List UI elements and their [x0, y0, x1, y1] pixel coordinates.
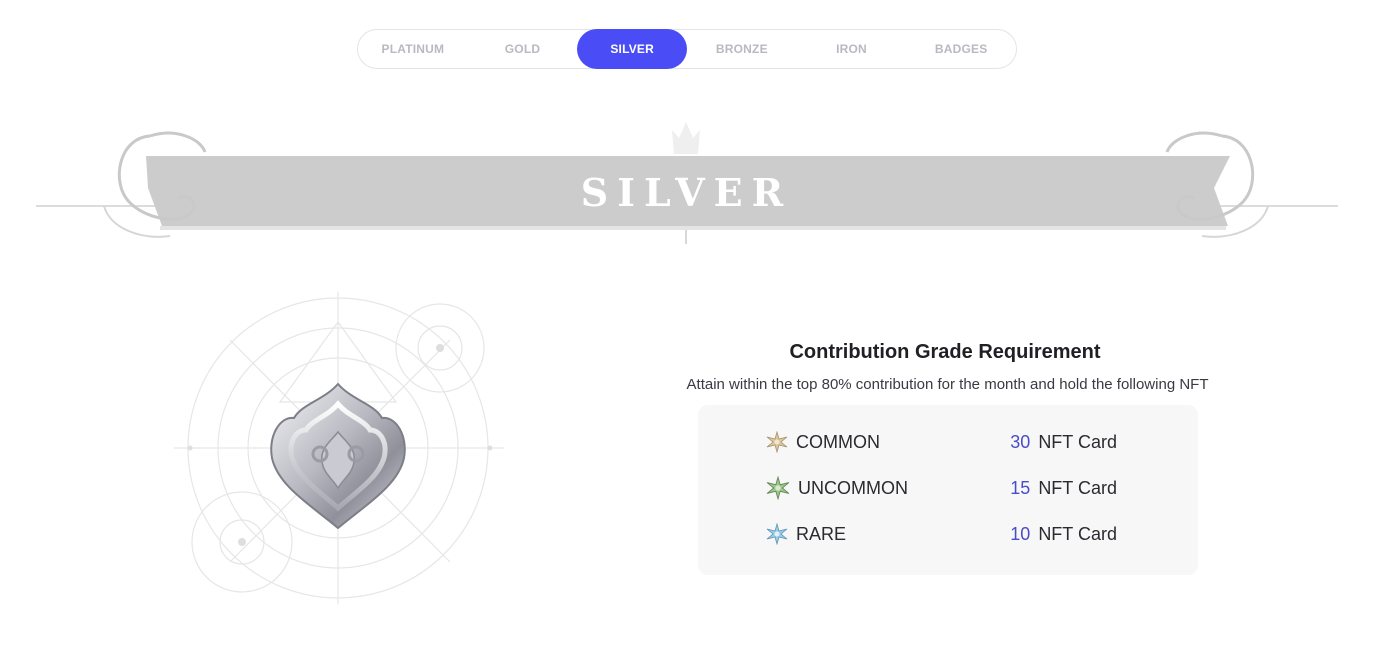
tier-banner: SILVER: [0, 118, 1373, 258]
page: PLATINUM GOLD SILVER BRONZE IRON BADGES: [0, 0, 1373, 654]
requirement-row-uncommon: UNCOMMON 15 NFT Card: [698, 473, 1198, 503]
rarity-name: RARE: [796, 523, 847, 544]
count-unit: NFT Card: [1038, 431, 1117, 452]
requirement-row-common: COMMON 30 NFT Card: [698, 427, 1198, 457]
tab-bronze[interactable]: BRONZE: [687, 29, 797, 69]
rarity-label-group: RARE: [766, 523, 846, 545]
tab-platinum[interactable]: PLATINUM: [358, 29, 468, 69]
required-count: 15 NFT Card: [1010, 478, 1117, 499]
tab-badges[interactable]: BADGES: [906, 29, 1016, 69]
uncommon-star-icon: [766, 476, 790, 500]
count-unit: NFT Card: [1038, 477, 1117, 498]
count-number: 30: [1010, 431, 1031, 452]
silver-tier-emblem-icon: [160, 292, 510, 604]
tab-silver[interactable]: SILVER: [577, 29, 688, 69]
count-unit: NFT Card: [1038, 523, 1117, 544]
required-count: 10 NFT Card: [1010, 524, 1117, 545]
rare-star-icon: [766, 523, 788, 545]
tier-tabs: PLATINUM GOLD SILVER BRONZE IRON BADGES: [357, 29, 1017, 69]
banner-title: SILVER: [580, 170, 793, 215]
tab-iron[interactable]: IRON: [797, 29, 907, 69]
rarity-label-group: UNCOMMON: [766, 476, 908, 500]
tab-gold[interactable]: GOLD: [468, 29, 578, 69]
count-number: 10: [1010, 523, 1031, 544]
rarity-name: UNCOMMON: [798, 477, 908, 498]
requirement-title: Contribution Grade Requirement: [789, 341, 1101, 363]
count-number: 15: [1010, 477, 1031, 498]
common-star-icon: [766, 431, 788, 453]
requirement-subtitle: Attain within the top 80% contribution f…: [686, 376, 1209, 393]
requirement-row-rare: RARE 10 NFT Card: [698, 519, 1198, 549]
required-count: 30 NFT Card: [1010, 432, 1117, 453]
rarity-label-group: COMMON: [766, 431, 880, 453]
requirement-card: COMMON 30 NFT Card UNCOMMON 15 NFT Card: [698, 405, 1198, 575]
rarity-name: COMMON: [796, 431, 880, 452]
